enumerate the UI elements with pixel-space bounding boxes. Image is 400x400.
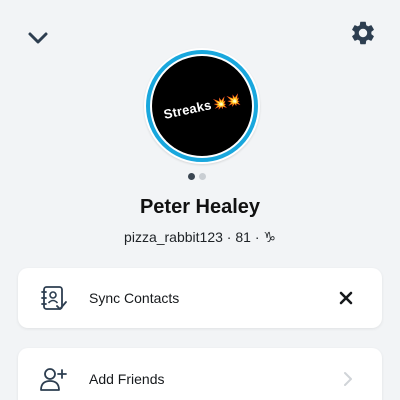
page-dot (199, 173, 206, 180)
chevron-right-icon (344, 372, 352, 386)
add-friends-card[interactable]: Add Friends (18, 348, 382, 400)
separator: · (254, 229, 260, 245)
story-text: Streaks (162, 96, 213, 122)
story-thumbnail: Streaks💥💥 (152, 56, 252, 156)
close-icon (339, 291, 353, 305)
sync-contacts-card[interactable]: Sync Contacts (18, 268, 382, 328)
settings-button[interactable] (346, 16, 380, 50)
story-caption: Streaks💥💥 (162, 91, 242, 122)
separator: · (226, 229, 232, 245)
page-indicator (188, 173, 206, 180)
add-friends-arrow (342, 371, 354, 387)
username[interactable]: pizza_rabbit123 (124, 229, 223, 245)
display-name: Peter Healey (139, 196, 261, 218)
add-friends-label: Add Friends (89, 371, 165, 387)
dismiss-sync-button[interactable] (338, 290, 354, 306)
story-emoji: 💥💥 (212, 93, 242, 111)
snap-score[interactable]: 81 (235, 229, 251, 245)
profile-avatar[interactable]: Streaks💥💥 (144, 48, 260, 164)
contacts-book-icon (38, 283, 68, 313)
gear-icon (352, 21, 374, 45)
chevron-down-icon (28, 32, 48, 44)
add-person-icon (38, 364, 68, 394)
profile-subline: pizza_rabbit123 · 81 · ♑ (0, 229, 400, 246)
zodiac-sign[interactable]: ♑ (263, 229, 276, 245)
sync-contacts-label: Sync Contacts (89, 290, 180, 306)
page-dot-active (188, 173, 195, 180)
back-button[interactable] (22, 22, 54, 54)
story-ring: Streaks💥💥 (146, 50, 258, 162)
